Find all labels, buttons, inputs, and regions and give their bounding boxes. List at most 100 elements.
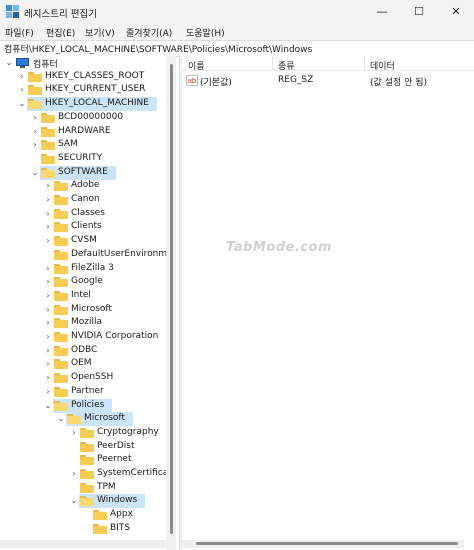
chevron-down-icon[interactable]: ⌄ (56, 412, 66, 426)
tree-item[interactable]: ⌄ SOFTWARE (32, 165, 116, 180)
tree-item[interactable]: › HKEY_CLASSES_ROOT (20, 70, 176, 84)
chevron-right-icon[interactable]: › (69, 426, 79, 440)
tree-scroll-thumb[interactable] (170, 64, 173, 534)
tree-item[interactable]: Peernet (79, 453, 176, 467)
chevron-right-icon[interactable]: › (43, 303, 53, 317)
menu-view[interactable]: 보기(V) (85, 26, 115, 39)
menu-favorites[interactable]: 즐겨찾기(A) (126, 26, 172, 39)
tree-item-label: Canon (71, 194, 100, 204)
tree-item[interactable]: › OEM (46, 357, 176, 371)
chevron-right-icon[interactable]: › (30, 138, 40, 152)
tree-item[interactable]: › Adobe (46, 179, 176, 193)
tree-item[interactable]: ⌄ Microsoft (58, 412, 133, 427)
chevron-down-icon[interactable]: ⌄ (4, 56, 14, 70)
folder-open-icon (80, 496, 94, 507)
folder-open-icon (41, 167, 55, 178)
tree-item-label: TPM (97, 481, 116, 492)
chevron-down-icon[interactable]: ⌄ (17, 97, 27, 111)
folder-icon (41, 140, 55, 151)
chevron-right-icon[interactable]: › (30, 125, 40, 139)
address-path[interactable]: 컴퓨터\HKEY_LOCAL_MACHINE\SOFTWARE\Policies… (4, 42, 312, 55)
chevron-right-icon[interactable]: › (43, 234, 53, 248)
chevron-right-icon[interactable]: › (43, 275, 53, 289)
chevron-down-icon[interactable]: ⌄ (43, 399, 53, 413)
minimize-button[interactable]: — (364, 0, 400, 24)
tree-item[interactable]: TPM (79, 481, 176, 495)
tree-item[interactable]: › HKEY_CURRENT_USER (20, 83, 176, 97)
address-bar[interactable]: 컴퓨터\HKEY_LOCAL_MACHINE\SOFTWARE\Policies… (0, 40, 474, 57)
tree-item[interactable]: ⌄ Windows (71, 494, 145, 509)
tree-item[interactable]: › CVSM (46, 234, 176, 248)
chevron-right-icon[interactable]: › (43, 330, 53, 344)
chevron-right-icon[interactable]: › (17, 83, 27, 97)
tree-horizontal-scrollbar[interactable] (0, 540, 176, 548)
tree-item-label: Microsoft (84, 413, 125, 424)
chevron-right-icon[interactable]: › (43, 385, 53, 399)
tree-item[interactable]: DefaultUserEnvironment (53, 248, 176, 262)
tree-item-label: HKEY_LOCAL_MACHINE (45, 98, 149, 109)
chevron-right-icon[interactable]: › (43, 344, 53, 358)
tree-item[interactable]: BITS (92, 522, 176, 536)
tree-item[interactable]: PeerDist (79, 440, 176, 454)
folder-open-icon (67, 414, 81, 425)
tree-item[interactable]: › ODBC (46, 344, 176, 358)
tree-item-label: BITS (110, 522, 131, 533)
close-button[interactable]: ✕ (438, 0, 474, 24)
string-value-icon: ab (186, 75, 198, 86)
value-row[interactable]: ab (기본값) REG_SZ (값 설정 안 됨) (182, 74, 474, 88)
chevron-right-icon[interactable]: › (43, 316, 53, 330)
tree-item[interactable]: ⌄ 컴퓨터 (0, 56, 160, 70)
chevron-right-icon[interactable]: › (30, 111, 40, 125)
tree-item[interactable]: › Mozilla (46, 316, 176, 330)
key-tree-pane[interactable]: ⌄ 컴퓨터 › HKEY_CLASSES_ROOT › HKEY_CURRENT_USER… (0, 56, 176, 546)
header-divider (182, 70, 474, 71)
tree-item[interactable]: › FileZilla 3 (46, 262, 176, 276)
tree-item[interactable]: › OpenSSH (46, 371, 176, 385)
chevron-right-icon[interactable]: › (43, 289, 53, 303)
watermark: TabMode.com (226, 240, 333, 255)
tree-item[interactable]: › Classes (46, 207, 176, 221)
tree-item[interactable]: SECURITY (40, 152, 176, 166)
menu-help[interactable]: 도움말(H) (186, 26, 225, 39)
chevron-right-icon[interactable]: › (69, 467, 79, 481)
tree-item[interactable]: › Intel (46, 289, 176, 303)
tree-item-label: Policies (71, 399, 105, 410)
column-divider[interactable] (364, 56, 365, 70)
values-list-pane[interactable]: 이름 종류 데이터 ab (기본값) REG_SZ (값 설정 안 됨) Tab… (182, 56, 474, 550)
menu-file[interactable]: 파일(F) (5, 26, 34, 39)
tree-item[interactable]: › Microsoft (46, 303, 176, 317)
column-divider[interactable] (272, 56, 273, 70)
tree-item[interactable]: › Clients (46, 220, 176, 234)
chevron-right-icon[interactable]: › (43, 262, 53, 276)
tree-item[interactable]: › HARDWARE (33, 125, 176, 139)
list-scroll-thumb[interactable] (196, 542, 458, 545)
menu-edit[interactable]: 편집(E) (46, 26, 75, 39)
chevron-right-icon[interactable]: › (17, 70, 27, 84)
chevron-down-icon[interactable]: ⌄ (30, 166, 40, 180)
window-title: 레지스트리 편집기 (24, 9, 97, 20)
tree-item[interactable]: › NVIDIA Corporation (46, 330, 176, 344)
chevron-right-icon[interactable]: › (43, 371, 53, 385)
folder-icon (93, 510, 107, 521)
chevron-right-icon[interactable]: › (43, 220, 53, 234)
value-data: (값 설정 안 됨) (370, 78, 428, 88)
tree-item[interactable]: Appx (92, 508, 176, 522)
tree-item[interactable]: › SAM (33, 138, 176, 152)
tree-item[interactable]: › Google (46, 275, 176, 289)
tree-item[interactable]: › BCD00000000 (33, 111, 176, 125)
tree-item[interactable]: ⌄ Policies (45, 398, 112, 413)
tree-item-label: BCD00000000 (58, 111, 124, 122)
tree-item[interactable]: › SystemCertificates (72, 467, 176, 481)
tree-item[interactable]: › Cryptography (72, 426, 176, 440)
chevron-right-icon[interactable]: › (43, 179, 53, 193)
chevron-down-icon[interactable]: ⌄ (69, 494, 79, 508)
folder-icon (54, 386, 68, 397)
tree-item[interactable]: ⌄ HKEY_LOCAL_MACHINE (19, 97, 157, 112)
tree-item-label: SECURITY (58, 152, 103, 163)
chevron-right-icon[interactable]: › (43, 357, 53, 371)
maximize-button[interactable]: ☐ (401, 0, 437, 24)
tree-item[interactable]: › Partner (46, 385, 176, 399)
chevron-right-icon[interactable]: › (43, 207, 53, 221)
chevron-right-icon[interactable]: › (43, 193, 53, 207)
tree-item[interactable]: › Canon (46, 193, 176, 207)
